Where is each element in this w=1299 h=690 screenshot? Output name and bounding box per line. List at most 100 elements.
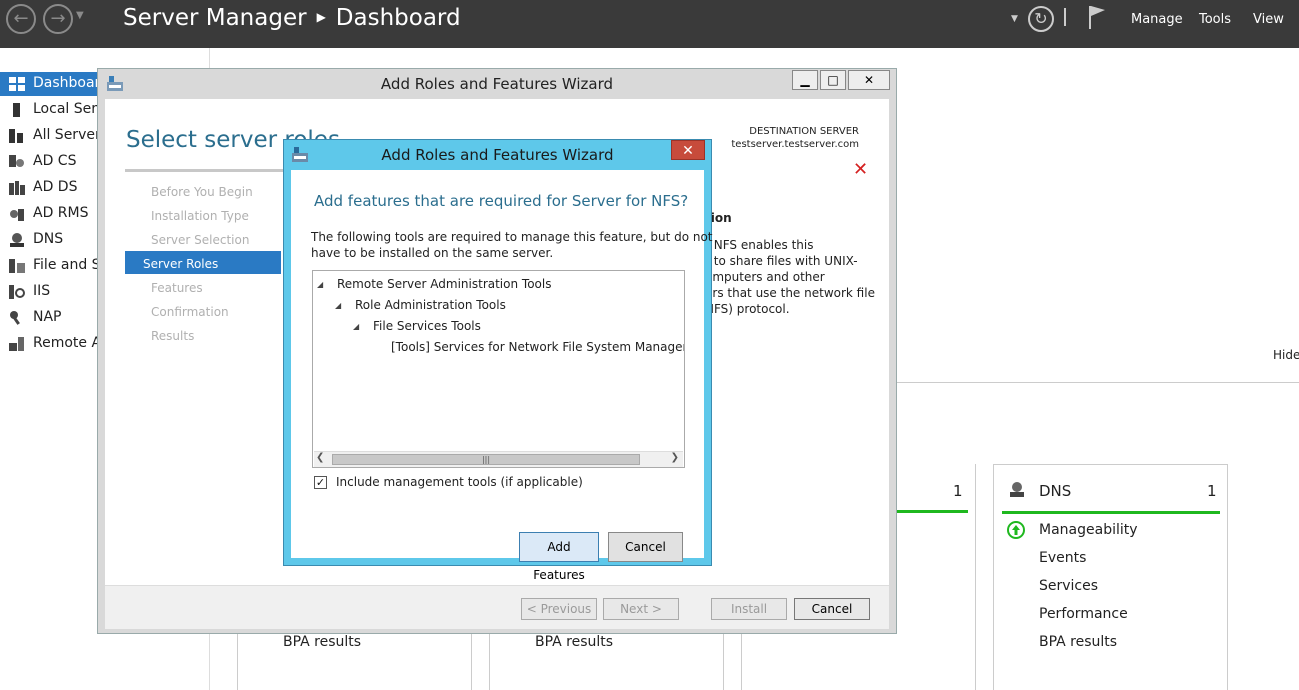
dns-tile-title: DNS — [1039, 482, 1072, 500]
rights-icon — [10, 209, 24, 221]
destination-name: testserver.testserver.com — [731, 139, 859, 150]
include-tools-checkbox[interactable]: ✓ — [314, 476, 327, 489]
sidebar-item-label: NAP — [33, 309, 62, 325]
dns-performance[interactable]: Performance — [1039, 606, 1128, 622]
iis-icon — [9, 285, 25, 299]
bpa-results-link[interactable]: BPA results — [535, 634, 613, 650]
tree-node: File Services Tools — [373, 319, 481, 333]
hide-link[interactable]: Hide — [1273, 348, 1299, 362]
description-line: NFS) protocol. — [705, 302, 790, 316]
dns-manageability[interactable]: Manageability — [1039, 522, 1138, 538]
step-confirmation[interactable]: Confirmation — [151, 305, 229, 319]
divider — [1064, 8, 1066, 26]
nap-icon — [10, 311, 20, 325]
step-installation-type[interactable]: Installation Type — [151, 209, 249, 223]
previous-button[interactable]: < Previous — [521, 598, 597, 620]
certificate-icon — [9, 155, 24, 167]
sidebar-item-label: AD DS — [33, 179, 78, 195]
forward-button[interactable]: → — [43, 4, 73, 34]
directory-icon — [9, 181, 25, 195]
step-server-selection[interactable]: Server Selection — [151, 233, 249, 247]
maximize-button[interactable]: □ — [820, 70, 846, 90]
breadcrumb: Server Manager ▶ Dashboard — [123, 5, 461, 31]
next-button[interactable]: Next > — [603, 598, 679, 620]
destination-server: DESTINATION SERVER testserver.testserver… — [731, 125, 859, 151]
sidebar-item-label: File and St — [33, 257, 107, 273]
include-tools-label: Include management tools (if applicable) — [336, 475, 583, 489]
breadcrumb-separator-icon: ▶ — [316, 10, 326, 24]
step-before-you-begin[interactable]: Before You Begin — [151, 185, 253, 199]
error-icon[interactable]: ✕ — [853, 159, 868, 180]
menu-tools[interactable]: Tools — [1199, 12, 1231, 27]
description-line: ers that use the network file — [705, 286, 875, 300]
minimize-button[interactable]: ▁ — [792, 70, 818, 90]
description-line: r to share files with UNIX- — [705, 254, 858, 268]
dialog-body: Add features that are required for Serve… — [291, 170, 713, 582]
dialog-message: The following tools are required to mana… — [311, 229, 713, 261]
step-results[interactable]: Results — [151, 329, 194, 343]
dns-bpa-results[interactable]: BPA results — [1039, 634, 1117, 650]
server-icon — [13, 103, 20, 117]
sidebar-item-label: IIS — [33, 283, 51, 299]
title-underline — [125, 169, 285, 172]
scroll-right-icon[interactable]: ❯ — [671, 452, 679, 463]
status-bar — [1002, 511, 1220, 514]
sidebar-item-label: DNS — [33, 231, 64, 247]
role-description: r NFS enables this r to share files with… — [705, 237, 875, 317]
add-features-button[interactable]: Add Features — [519, 532, 599, 582]
dns-tile[interactable]: DNS 1 Manageability Events Services Perf… — [993, 464, 1228, 690]
step-server-roles[interactable]: Server Roles — [125, 251, 281, 274]
dialog-cancel-button[interactable]: Cancel — [608, 532, 683, 562]
wizard-title: Add Roles and Features Wizard — [380, 75, 614, 93]
tree-node: Remote Server Administration Tools — [337, 277, 552, 291]
dialog-heading: Add features that are required for Serve… — [314, 192, 689, 210]
tree-node: [Tools] Services for Network File System… — [391, 340, 684, 354]
remote-access-icon — [9, 337, 24, 351]
tree-node: Role Administration Tools — [355, 298, 506, 312]
scrollbar-thumb[interactable]: ||| — [332, 454, 640, 465]
divider — [897, 382, 1299, 383]
bpa-results-link[interactable]: BPA results — [283, 634, 361, 650]
expand-triangle-icon[interactable]: ◢ — [335, 301, 341, 310]
dns-icon — [1010, 482, 1024, 497]
features-tree[interactable]: ◢ Remote Server Administration Tools ◢ R… — [312, 270, 685, 468]
close-button[interactable]: ✕ — [848, 70, 890, 90]
step-features[interactable]: Features — [151, 281, 203, 295]
dialog-message-line: The following tools are required to mana… — [311, 230, 713, 244]
servers-icon — [9, 129, 23, 143]
menu-manage[interactable]: Manage — [1131, 12, 1183, 27]
expand-triangle-icon[interactable]: ◢ — [317, 280, 323, 289]
sidebar-item-label: AD RMS — [33, 205, 89, 221]
cancel-button[interactable]: Cancel — [794, 598, 870, 620]
dns-events[interactable]: Events — [1039, 550, 1086, 566]
tile-count: 1 — [953, 482, 963, 500]
page-title: Dashboard — [335, 5, 461, 31]
dialog-close-button[interactable]: ✕ — [671, 140, 705, 160]
horizontal-scrollbar[interactable]: ❮ ||| ❯ — [314, 451, 683, 467]
install-button[interactable]: Install — [711, 598, 787, 620]
title-bar: ← → ▼ Server Manager ▶ Dashboard ▼ ↻ Manag… — [0, 0, 1299, 48]
dropdown-icon[interactable]: ▼ — [1011, 14, 1018, 24]
refresh-icon[interactable]: ↻ — [1028, 6, 1054, 32]
status-bar — [892, 510, 968, 513]
back-button[interactable]: ← — [6, 4, 36, 34]
file-storage-icon — [9, 259, 25, 273]
dialog-message-line: have to be installed on the same server. — [311, 246, 554, 260]
flag-icon[interactable] — [1087, 4, 1107, 30]
description-line: omputers and other — [705, 270, 825, 284]
dns-icon — [10, 233, 24, 247]
status-ok-icon — [1007, 521, 1025, 539]
dns-services[interactable]: Services — [1039, 578, 1098, 594]
destination-label: DESTINATION SERVER — [749, 126, 859, 137]
wizard-footer: < Previous Next > Install Cancel — [105, 585, 889, 629]
dashboard-icon — [9, 77, 25, 91]
scroll-left-icon[interactable]: ❮ — [316, 452, 324, 463]
description-line: r NFS enables this — [705, 238, 814, 252]
expand-triangle-icon[interactable]: ◢ — [353, 322, 359, 331]
dns-tile-count: 1 — [1207, 482, 1217, 500]
history-dropdown-icon[interactable]: ▼ — [76, 10, 84, 21]
menu-view[interactable]: View — [1253, 12, 1284, 27]
dialog-title: Add Roles and Features Wizard — [381, 146, 614, 164]
sidebar-item-label: AD CS — [33, 153, 77, 169]
add-features-dialog: Add Roles and Features Wizard ✕ Add feat… — [283, 139, 713, 582]
